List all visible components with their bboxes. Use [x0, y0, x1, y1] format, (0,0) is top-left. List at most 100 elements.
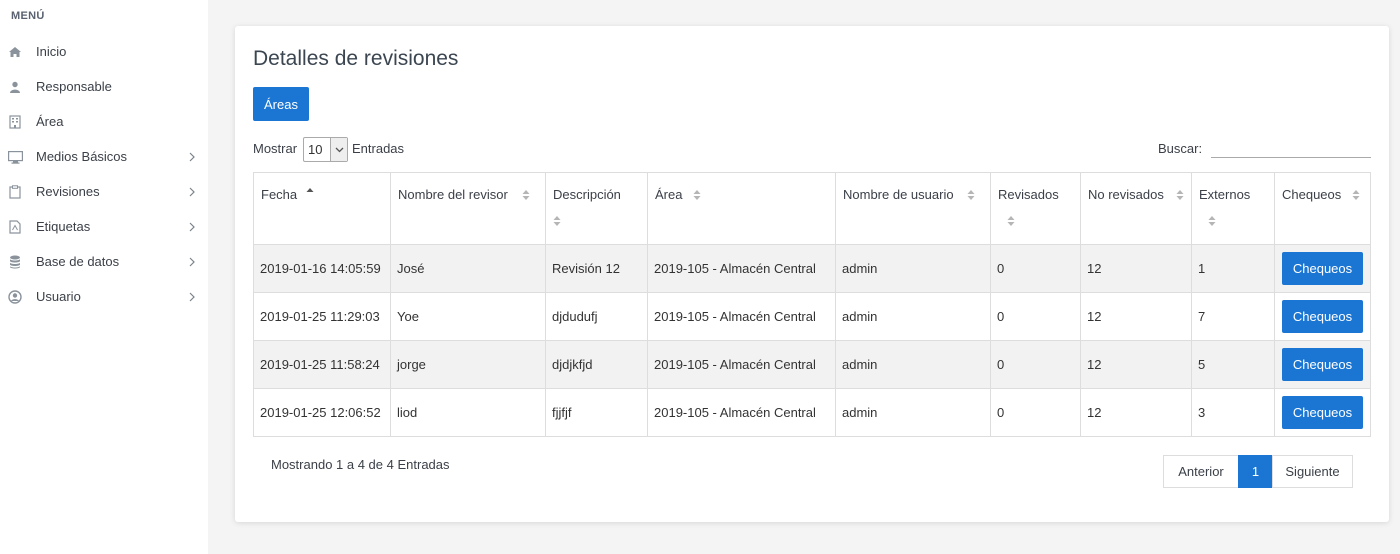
- search-label: Buscar:: [1158, 141, 1203, 156]
- cell-text: José: [397, 261, 425, 276]
- pagination-page-1[interactable]: 1: [1238, 455, 1273, 488]
- areas-button[interactable]: Áreas: [253, 87, 309, 121]
- table-cell-chequeos: Chequeos: [1275, 245, 1371, 293]
- table-cell-no-revisados: 12: [1081, 389, 1192, 437]
- sidebar-item-responsable[interactable]: Responsable: [0, 72, 208, 102]
- table-cell-area: 2019-105 - Almacén Central: [648, 341, 836, 389]
- sidebar-item-inicio[interactable]: Inicio: [0, 37, 208, 67]
- sidebar-item-label: Medios Básicos: [36, 149, 128, 164]
- cell-text: 0: [997, 357, 1005, 372]
- revisions-card: Detalles de revisiones Áreas Mostrar 10 …: [235, 26, 1389, 522]
- sidebar-item-label: Base de datos: [36, 254, 120, 269]
- table-cell-externos: 1: [1192, 245, 1275, 293]
- chequeos-button[interactable]: Chequeos: [1282, 300, 1363, 333]
- pdf-file-icon: [8, 219, 22, 235]
- chevron-right-icon: [188, 289, 198, 305]
- cell-text: 12: [1087, 357, 1102, 372]
- sidebar-item-label: Responsable: [36, 79, 112, 94]
- chevron-down-icon: [330, 138, 347, 161]
- cell-text: 7: [1198, 309, 1206, 324]
- chevron-right-icon: [188, 149, 198, 165]
- sidebar-item-area[interactable]: Área: [0, 107, 208, 137]
- cell-text: djdudufj: [552, 309, 598, 324]
- user-circle-icon: [8, 289, 22, 305]
- column-header-revisados[interactable]: Revisados: [991, 173, 1081, 245]
- user-icon: [8, 79, 22, 95]
- table-cell-chequeos: Chequeos: [1275, 341, 1371, 389]
- column-header-label: No revisados: [1088, 187, 1164, 202]
- sidebar-item-usuario[interactable]: Usuario: [0, 282, 208, 312]
- cell-text: 0: [997, 405, 1005, 420]
- sidebar-item-label: Usuario: [36, 289, 81, 304]
- length-suffix-label: Entradas: [352, 141, 405, 156]
- column-header-area[interactable]: Área: [648, 173, 836, 245]
- cell-text: 12: [1087, 405, 1102, 420]
- table-cell-externos: 7: [1192, 293, 1275, 341]
- sort-icon: [522, 190, 530, 200]
- column-header-revisor[interactable]: Nombre del revisor: [391, 173, 546, 245]
- database-icon: [8, 254, 22, 270]
- sidebar-item-base-de-datos[interactable]: Base de datos: [0, 247, 208, 277]
- cell-text: Revisión 12: [552, 261, 620, 276]
- cell-text: 0: [997, 309, 1005, 324]
- cell-text: 0: [997, 261, 1005, 276]
- table-cell-revisor: José: [391, 245, 546, 293]
- menu-title: MENÚ: [11, 10, 45, 22]
- cell-text: 1: [1198, 261, 1206, 276]
- column-header-label: Externos: [1199, 187, 1251, 202]
- search-input[interactable]: [1211, 139, 1371, 158]
- revisions-table: Fecha Nombre del revisor Descripción Áre…: [253, 172, 1371, 437]
- table-cell-revisados: 0: [991, 341, 1081, 389]
- column-header-externos[interactable]: Externos: [1192, 173, 1275, 245]
- entries-length-select[interactable]: 10: [303, 137, 348, 162]
- cell-text: 2019-01-16 14:05:59: [260, 261, 381, 276]
- chevron-right-icon: [188, 219, 198, 235]
- length-select-value: 10: [308, 142, 323, 157]
- table-cell-no-revisados: 12: [1081, 245, 1192, 293]
- pagination-next[interactable]: Siguiente: [1272, 455, 1353, 488]
- table-cell-descripcion: djdudufj: [546, 293, 648, 341]
- table-cell-revisados: 0: [991, 245, 1081, 293]
- table-cell-descripcion: Revisión 12: [546, 245, 648, 293]
- table-cell-fecha: 2019-01-16 14:05:59: [254, 245, 391, 293]
- column-header-usuario[interactable]: Nombre de usuario: [836, 173, 991, 245]
- table-cell-fecha: 2019-01-25 11:58:24: [254, 341, 391, 389]
- sidebar-item-etiquetas[interactable]: Etiquetas: [0, 212, 208, 242]
- column-header-label: Revisados: [998, 187, 1059, 202]
- sidebar-item-label: Revisiones: [36, 184, 100, 199]
- sidebar: MENÚ Inicio Responsable Área Medios Bási…: [0, 0, 208, 554]
- column-header-no-revisados[interactable]: No revisados: [1081, 173, 1192, 245]
- cell-text: 2019-01-25 11:58:24: [260, 357, 380, 372]
- column-header-label: Área: [655, 187, 683, 202]
- table-cell-revisados: 0: [991, 293, 1081, 341]
- cell-text: 2019-01-25 11:29:03: [260, 309, 380, 324]
- chevron-right-icon: [188, 254, 198, 270]
- table-cell-chequeos: Chequeos: [1275, 293, 1371, 341]
- sidebar-item-medios-basicos[interactable]: Medios Básicos: [0, 142, 208, 172]
- cell-text: admin: [842, 309, 878, 324]
- home-icon: [8, 44, 22, 60]
- pagination-previous[interactable]: Anterior: [1163, 455, 1239, 488]
- chequeos-button[interactable]: Chequeos: [1282, 396, 1363, 429]
- table-cell-area: 2019-105 - Almacén Central: [648, 389, 836, 437]
- cell-text: 3: [1198, 405, 1206, 420]
- table-cell-fecha: 2019-01-25 12:06:52: [254, 389, 391, 437]
- column-header-chequeos[interactable]: Chequeos: [1275, 173, 1371, 245]
- sidebar-item-revisiones[interactable]: Revisiones: [0, 177, 208, 207]
- column-header-label: Descripción: [553, 187, 621, 202]
- column-header-label: Fecha: [261, 187, 298, 202]
- cell-text: djdjkfjd: [552, 357, 593, 372]
- table-cell-usuario: admin: [836, 341, 991, 389]
- column-header-descripcion[interactable]: Descripción: [546, 173, 648, 245]
- chequeos-button[interactable]: Chequeos: [1282, 252, 1363, 285]
- chequeos-button[interactable]: Chequeos: [1282, 348, 1363, 381]
- cell-text: 2019-105 - Almacén Central: [654, 261, 816, 276]
- table-cell-area: 2019-105 - Almacén Central: [648, 293, 836, 341]
- table-cell-area: 2019-105 - Almacén Central: [648, 245, 836, 293]
- cell-text: 12: [1087, 309, 1102, 324]
- sort-ascending-icon: [306, 188, 314, 192]
- cell-text: jorge: [397, 357, 426, 372]
- sort-icon: [693, 190, 701, 200]
- column-header-label: Nombre de usuario: [843, 187, 954, 202]
- column-header-fecha[interactable]: Fecha: [254, 173, 391, 245]
